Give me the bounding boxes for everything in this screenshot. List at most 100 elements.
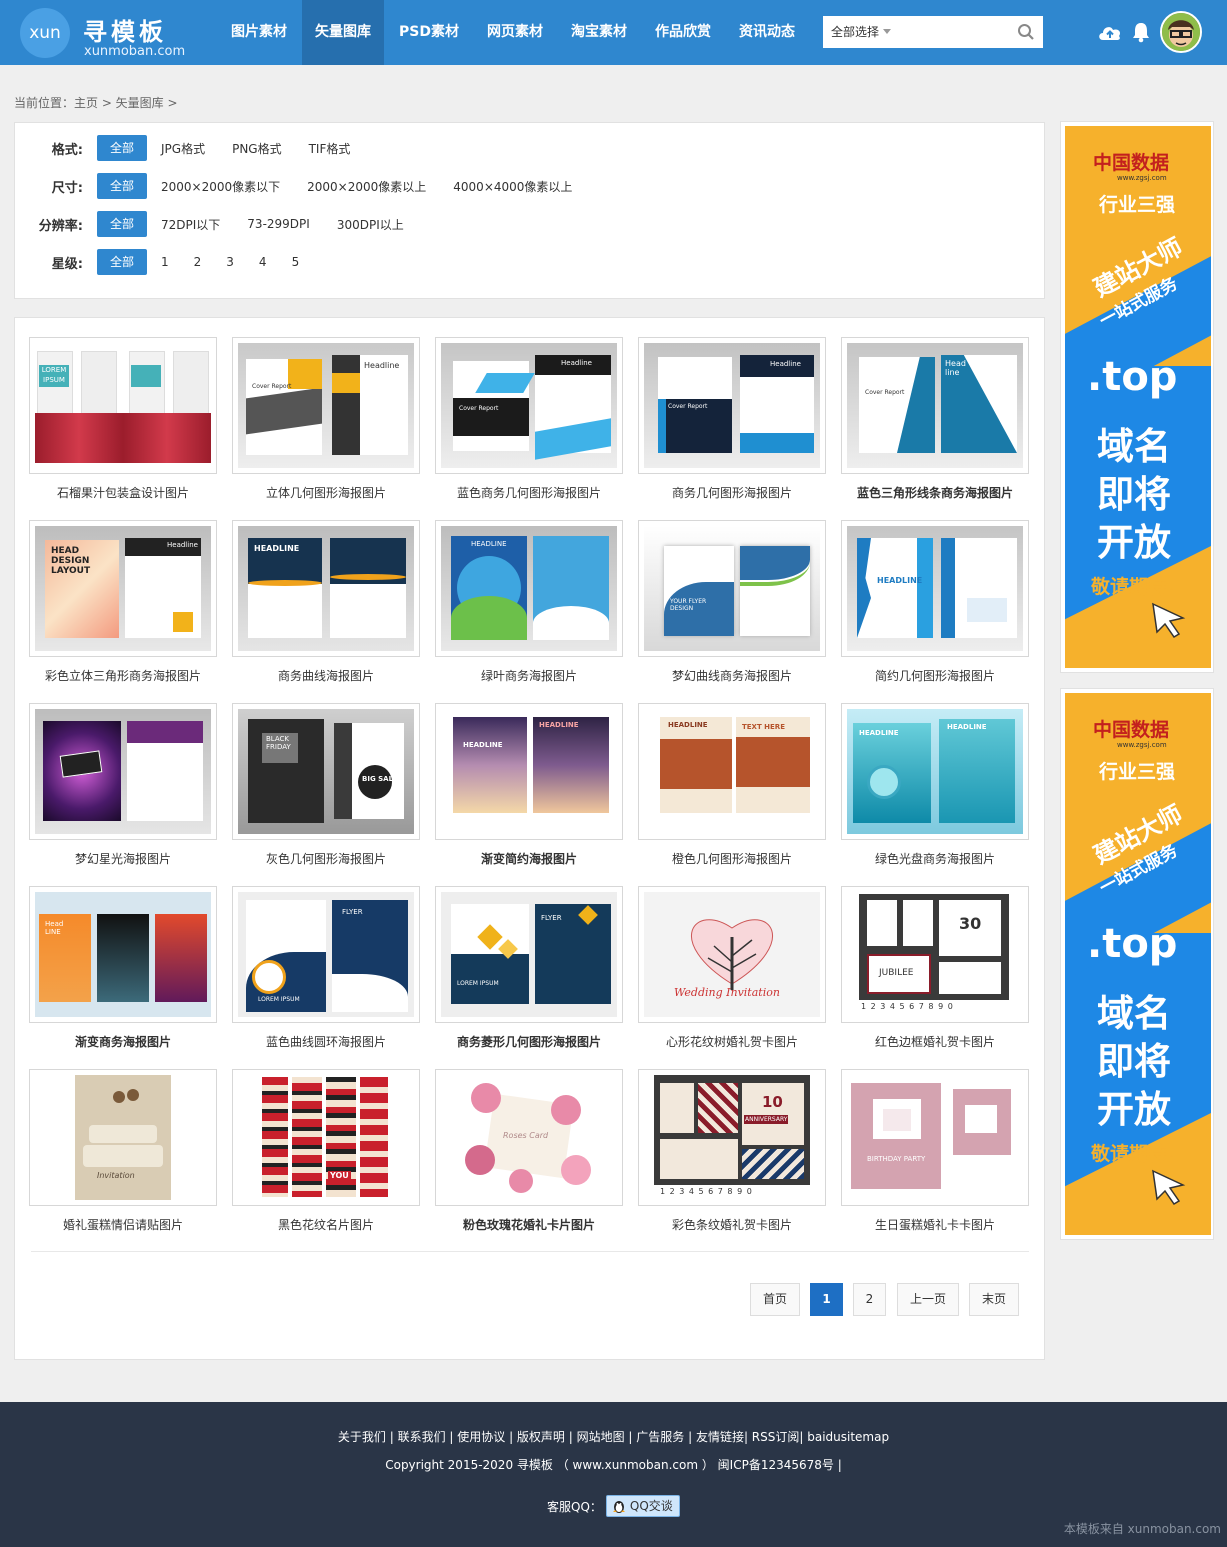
- nav-item-images[interactable]: 图片素材: [218, 0, 300, 65]
- grid-item[interactable]: HEADLINE 绿叶商务海报图片: [435, 520, 623, 684]
- search-icon[interactable]: [1017, 23, 1035, 41]
- item-title[interactable]: 彩色立体三角形商务海报图片: [29, 667, 217, 684]
- logo-title[interactable]: 寻模板: [83, 12, 167, 47]
- grid-item[interactable]: BLACK FRIDAY BIG SALE 灰色几何图形海报图片: [232, 703, 420, 867]
- side-ad-2[interactable]: 中国数据 www.zgsj.com 行业三强 建站大师 一站式服务 .top 域…: [1060, 688, 1214, 1240]
- grid-item[interactable]: HEADLINE TEXT HERE 橙色几何图形海报图片: [638, 703, 826, 867]
- qq-chat-button[interactable]: QQ交谈: [605, 1495, 680, 1517]
- item-thumbnail[interactable]: HEADLINE HEADLINE: [435, 703, 623, 840]
- grid-item[interactable]: LOREM IPSUM FLYER 蓝色曲线圆环海报图片: [232, 886, 420, 1050]
- filter-option-all[interactable]: 全部: [97, 249, 147, 275]
- filter-option[interactable]: 1: [161, 255, 169, 269]
- cloud-upload-icon[interactable]: [1097, 22, 1123, 42]
- nav-item-works[interactable]: 作品欣赏: [642, 0, 724, 65]
- filter-option-all[interactable]: 全部: [97, 173, 147, 199]
- grid-item[interactable]: Cover Report Headline 蓝色商务几何图形海报图片: [435, 337, 623, 501]
- page-first-button[interactable]: 首页: [750, 1283, 800, 1316]
- item-thumbnail[interactable]: Head LINE: [29, 886, 217, 1023]
- filter-option[interactable]: 72DPI以下: [161, 216, 220, 233]
- item-title[interactable]: 婚礼蛋糕情侣请贴图片: [29, 1216, 217, 1233]
- logo-domain[interactable]: xunmoban.com: [84, 44, 185, 59]
- grid-item[interactable]: HEAD DESIGN LAYOUT Headline 彩色立体三角形商务海报图…: [29, 520, 217, 684]
- grid-item[interactable]: Cover Report Head line 蓝色三角形线条商务海报图片: [841, 337, 1029, 501]
- item-title[interactable]: 渐变商务海报图片: [29, 1033, 217, 1050]
- item-thumbnail[interactable]: BIRTHDAY PARTY: [841, 1069, 1029, 1206]
- filter-option[interactable]: 5: [292, 255, 300, 269]
- grid-item[interactable]: 30 JUBILEE 1 2 3 4 5 6 7 8 9 0 红色边框婚礼贺卡图…: [841, 886, 1029, 1050]
- item-thumbnail[interactable]: [29, 703, 217, 840]
- filter-option[interactable]: TIF格式: [309, 140, 351, 157]
- item-title[interactable]: 简约几何图形海报图片: [841, 667, 1029, 684]
- item-title[interactable]: 红色边框婚礼贺卡图片: [841, 1033, 1029, 1050]
- grid-item[interactable]: HEADLINE HEADLINE 绿色光盘商务海报图片: [841, 703, 1029, 867]
- item-thumbnail[interactable]: HEAD DESIGN LAYOUT Headline: [29, 520, 217, 657]
- item-title[interactable]: 梦幻曲线商务海报图片: [638, 667, 826, 684]
- filter-option[interactable]: 2000×2000像素以上: [307, 178, 426, 195]
- item-title[interactable]: 渐变简约海报图片: [435, 850, 623, 867]
- nav-item-web[interactable]: 网页素材: [474, 0, 556, 65]
- item-title[interactable]: 蓝色曲线圆环海报图片: [232, 1033, 420, 1050]
- filter-option[interactable]: PNG格式: [232, 140, 282, 157]
- page-2-button[interactable]: 2: [853, 1283, 886, 1316]
- item-thumbnail[interactable]: Invitation: [29, 1069, 217, 1206]
- grid-item[interactable]: LOREM IPSUM FLYER 商务菱形几何图形海报图片: [435, 886, 623, 1050]
- item-title[interactable]: 绿叶商务海报图片: [435, 667, 623, 684]
- item-title[interactable]: 绿色光盘商务海报图片: [841, 850, 1029, 867]
- item-title[interactable]: 梦幻星光海报图片: [29, 850, 217, 867]
- grid-item[interactable]: Head LINE 渐变商务海报图片: [29, 886, 217, 1050]
- nav-item-vector[interactable]: 矢量图库: [302, 0, 384, 65]
- item-thumbnail[interactable]: LOREM IPSUM: [29, 337, 217, 474]
- item-thumbnail[interactable]: YOU: [232, 1069, 420, 1206]
- grid-item[interactable]: HEADLINE 简约几何图形海报图片: [841, 520, 1029, 684]
- grid-item[interactable]: 10 ANNIVERSARY 1 2 3 4 5 6 7 8 9 0 彩色条纹婚…: [638, 1069, 826, 1233]
- filter-option[interactable]: 4: [259, 255, 267, 269]
- search-category-select[interactable]: 全部选择: [831, 16, 879, 48]
- filter-option[interactable]: 300DPI以上: [337, 216, 404, 233]
- item-thumbnail[interactable]: HEADLINE TEXT HERE: [638, 703, 826, 840]
- user-avatar[interactable]: [1160, 11, 1202, 53]
- footer-links[interactable]: 关于我们 | 联系我们 | 使用协议 | 版权声明 | 网站地图 | 广告服务 …: [0, 1428, 1227, 1445]
- item-thumbnail[interactable]: 30 JUBILEE 1 2 3 4 5 6 7 8 9 0: [841, 886, 1029, 1023]
- item-thumbnail[interactable]: LOREM IPSUM FLYER: [232, 886, 420, 1023]
- item-thumbnail[interactable]: HEADLINE: [435, 520, 623, 657]
- item-title[interactable]: 灰色几何图形海报图片: [232, 850, 420, 867]
- grid-item[interactable]: YOUR FLYER DESIGN 梦幻曲线商务海报图片: [638, 520, 826, 684]
- grid-item[interactable]: YOU 黑色花纹名片图片: [232, 1069, 420, 1233]
- filter-option[interactable]: 3: [226, 255, 234, 269]
- nav-item-psd[interactable]: PSD素材: [386, 0, 472, 65]
- item-title[interactable]: 心形花纹树婚礼贺卡图片: [638, 1033, 826, 1050]
- item-title[interactable]: 石榴果汁包装盒设计图片: [29, 484, 217, 501]
- ad-banner[interactable]: 中国数据 www.zgsj.com 行业三强 建站大师 一站式服务 .top 域…: [1065, 126, 1211, 668]
- item-thumbnail[interactable]: HEADLINE: [232, 520, 420, 657]
- grid-item[interactable]: 梦幻星光海报图片: [29, 703, 217, 867]
- grid-item[interactable]: HEADLINE HEADLINE 渐变简约海报图片: [435, 703, 623, 867]
- grid-item[interactable]: Invitation 婚礼蛋糕情侣请贴图片: [29, 1069, 217, 1233]
- item-title[interactable]: 商务几何图形海报图片: [638, 484, 826, 501]
- item-thumbnail[interactable]: Cover Report Headline: [638, 337, 826, 474]
- page-last-button[interactable]: 末页: [969, 1283, 1019, 1316]
- item-title[interactable]: 生日蛋糕婚礼卡卡图片: [841, 1216, 1029, 1233]
- item-thumbnail[interactable]: HEADLINE: [841, 520, 1029, 657]
- item-thumbnail[interactable]: Roses Card: [435, 1069, 623, 1206]
- page-prev-button[interactable]: 上一页: [897, 1283, 959, 1316]
- item-thumbnail[interactable]: LOREM IPSUM FLYER: [435, 886, 623, 1023]
- nav-item-news[interactable]: 资讯动态: [726, 0, 808, 65]
- page-1-button[interactable]: 1: [810, 1283, 843, 1316]
- item-title[interactable]: 商务菱形几何图形海报图片: [435, 1033, 623, 1050]
- item-title[interactable]: 立体几何图形海报图片: [232, 484, 420, 501]
- side-ad-1[interactable]: 中国数据 www.zgsj.com 行业三强 建站大师 一站式服务 .top 域…: [1060, 121, 1214, 673]
- item-thumbnail[interactable]: BLACK FRIDAY BIG SALE: [232, 703, 420, 840]
- item-thumbnail[interactable]: YOUR FLYER DESIGN: [638, 520, 826, 657]
- item-thumbnail[interactable]: Cover Report Head line: [841, 337, 1029, 474]
- grid-item[interactable]: Wedding Invitation 心形花纹树婚礼贺卡图片: [638, 886, 826, 1050]
- item-title[interactable]: 蓝色三角形线条商务海报图片: [841, 484, 1029, 501]
- grid-item[interactable]: HEADLINE 商务曲线海报图片: [232, 520, 420, 684]
- grid-item[interactable]: BIRTHDAY PARTY 生日蛋糕婚礼卡卡图片: [841, 1069, 1029, 1233]
- grid-item[interactable]: LOREM IPSUM 石榴果汁包装盒设计图片: [29, 337, 217, 501]
- item-title[interactable]: 蓝色商务几何图形海报图片: [435, 484, 623, 501]
- filter-option-all[interactable]: 全部: [97, 211, 147, 237]
- item-title[interactable]: 商务曲线海报图片: [232, 667, 420, 684]
- filter-option[interactable]: JPG格式: [161, 140, 205, 157]
- filter-option[interactable]: 4000×4000像素以上: [453, 178, 572, 195]
- grid-item[interactable]: Cover Report Headline 商务几何图形海报图片: [638, 337, 826, 501]
